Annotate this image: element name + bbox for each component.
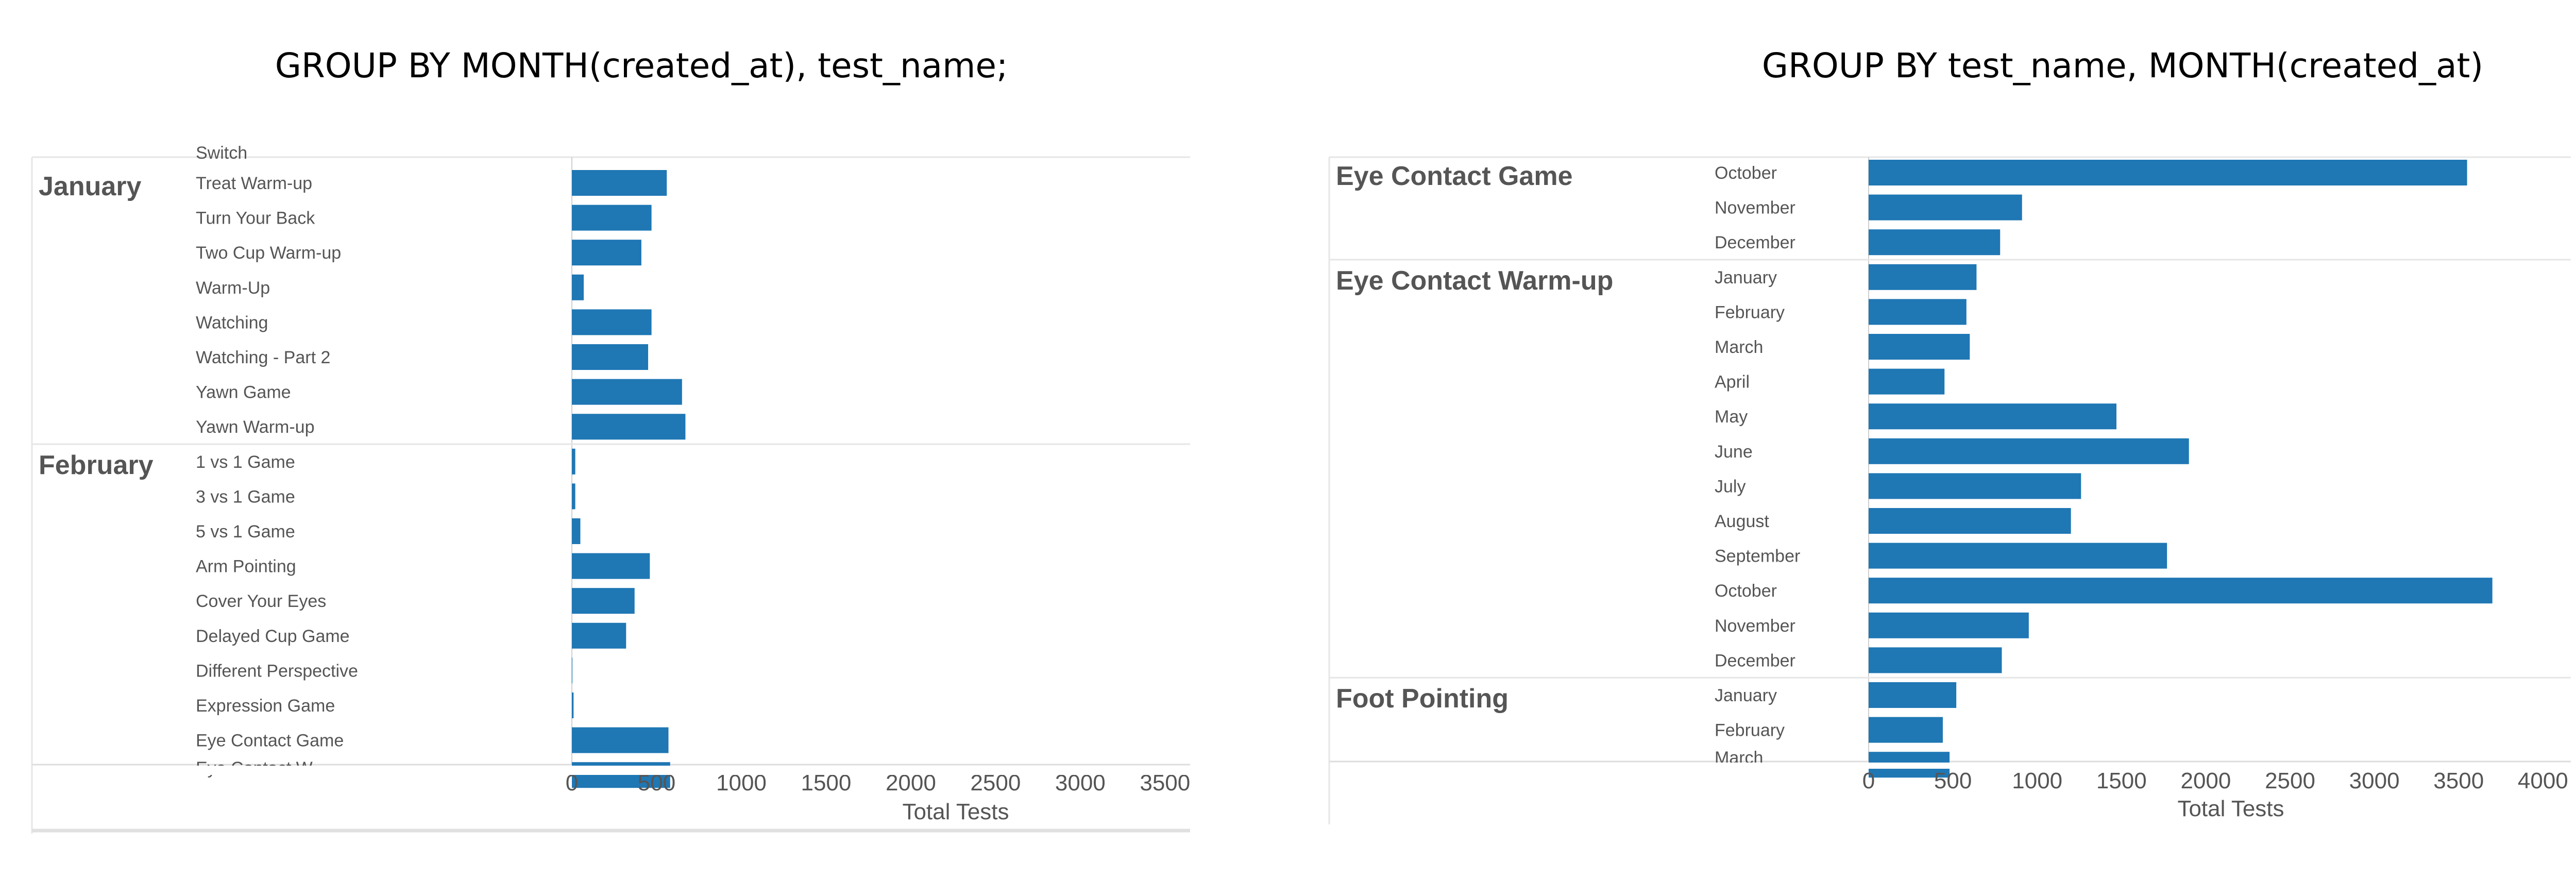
row-label: December (1715, 651, 1795, 670)
bar (1869, 229, 2001, 256)
bar (1869, 717, 1943, 743)
row-label: March (1715, 337, 1763, 357)
group-label: February (39, 450, 154, 480)
right-x-axis-title: Total Tests (2177, 796, 2284, 821)
bar (572, 692, 574, 718)
row-label: November (1715, 198, 1795, 218)
row-label: January (1715, 268, 1777, 288)
bar (1869, 647, 2002, 673)
row-label: February (1715, 302, 1785, 322)
row-label: Yawn Warm-up (196, 417, 315, 437)
group-label: Eye Contact Warm-up (1336, 266, 1613, 296)
right-chart-panel: GROUP BY test_name, MONTH(created_at) Ey… (1328, 46, 2571, 824)
bar (1869, 612, 2029, 638)
x-tick-label: 1000 (2012, 768, 2062, 793)
row-label: April (1715, 373, 1750, 392)
right-clip-cover (1330, 763, 2570, 769)
bar (572, 170, 667, 196)
left-clip-cover (33, 766, 1189, 775)
x-tick-label: 500 (1934, 768, 1972, 793)
row-label: Warm-Up (196, 278, 270, 298)
bar (572, 483, 575, 510)
left-chart-panel: GROUP BY MONTH(created_at), test_name; S… (31, 46, 1190, 834)
row-label: Different Perspective (196, 661, 358, 681)
left-x-axis-title: Total Tests (902, 799, 1009, 824)
x-tick-label: 3000 (2349, 768, 2400, 793)
bar (1869, 543, 2167, 569)
x-tick-label: 3500 (2433, 768, 2484, 793)
bar (572, 274, 584, 300)
bar (572, 622, 626, 649)
x-tick-label: 0 (1862, 768, 1875, 793)
row-label: 1 vs 1 Game (196, 452, 295, 472)
bar (572, 205, 652, 231)
row-label: June (1715, 442, 1753, 462)
bar (1869, 264, 1977, 290)
bar (572, 727, 669, 753)
row-label: Delayed Cup Game (196, 627, 350, 646)
bar (572, 553, 650, 579)
row-label: December (1715, 233, 1795, 252)
group-label: Foot Pointing (1336, 684, 1509, 714)
bar (1869, 473, 2081, 499)
bar (1869, 403, 2116, 430)
row-label: Eye Contact Game (196, 731, 344, 751)
row-label: August (1715, 512, 1769, 531)
left-clipped-top-label: Switch (196, 143, 247, 163)
x-tick-label: 2000 (2180, 768, 2231, 793)
row-label: Cover Your Eyes (196, 591, 326, 611)
bar (1869, 508, 2071, 534)
row-label: Watching (196, 313, 268, 332)
row-label: October (1715, 581, 1777, 601)
right-chart-title: GROUP BY test_name, MONTH(created_at) (1762, 46, 2483, 86)
group-label: January (39, 172, 142, 201)
row-label: January (1715, 686, 1777, 705)
bar (1869, 194, 2022, 221)
bar (1869, 438, 2189, 464)
bar (572, 309, 652, 335)
row-label: July (1715, 477, 1745, 496)
bar (1869, 334, 1970, 360)
row-label: Turn Your Back (196, 209, 315, 228)
bar (572, 414, 686, 440)
charts-canvas: GROUP BY MONTH(created_at), test_name; S… (31, 46, 2571, 834)
bar (1869, 682, 1957, 708)
row-label: October (1715, 163, 1777, 183)
group-label: Eye Contact Game (1336, 161, 1573, 191)
bar (572, 448, 575, 475)
right-x-axis-ticks: 0 500 1000 1500 2000 2500 3000 3500 4000 (1862, 768, 2568, 793)
left-bars: January Treat Warm-up Turn Your Back Two Cu… (32, 170, 1190, 788)
bar (572, 344, 649, 370)
bar (572, 240, 641, 266)
row-label: Yawn Game (196, 383, 291, 402)
row-label: May (1715, 407, 1748, 427)
bar (572, 518, 581, 544)
row-label: Expression Game (196, 696, 335, 716)
bar (1869, 578, 2493, 604)
row-label: Treat Warm-up (196, 174, 312, 193)
left-chart-title: GROUP BY MONTH(created_at), test_name; (275, 46, 1008, 86)
row-label: September (1715, 547, 1800, 566)
bar (572, 379, 682, 405)
bar (1869, 160, 2467, 185)
row-label: Watching - Part 2 (196, 348, 330, 367)
row-label: Two Cup Warm-up (196, 243, 341, 263)
x-tick-label: 1500 (2096, 768, 2147, 793)
row-label: November (1715, 616, 1795, 636)
bar (1869, 299, 1967, 325)
row-label: Arm Pointing (196, 557, 296, 577)
row-label: February (1715, 721, 1785, 740)
row-label: 3 vs 1 Game (196, 487, 295, 506)
x-tick-label: 4000 (2518, 768, 2568, 793)
right-bars: Eye Contact Game October November December E… (1329, 160, 2571, 778)
bar (572, 588, 635, 614)
row-label: 5 vs 1 Game (196, 522, 295, 542)
x-tick-label: 2500 (2265, 768, 2315, 793)
bar (1869, 368, 1945, 395)
